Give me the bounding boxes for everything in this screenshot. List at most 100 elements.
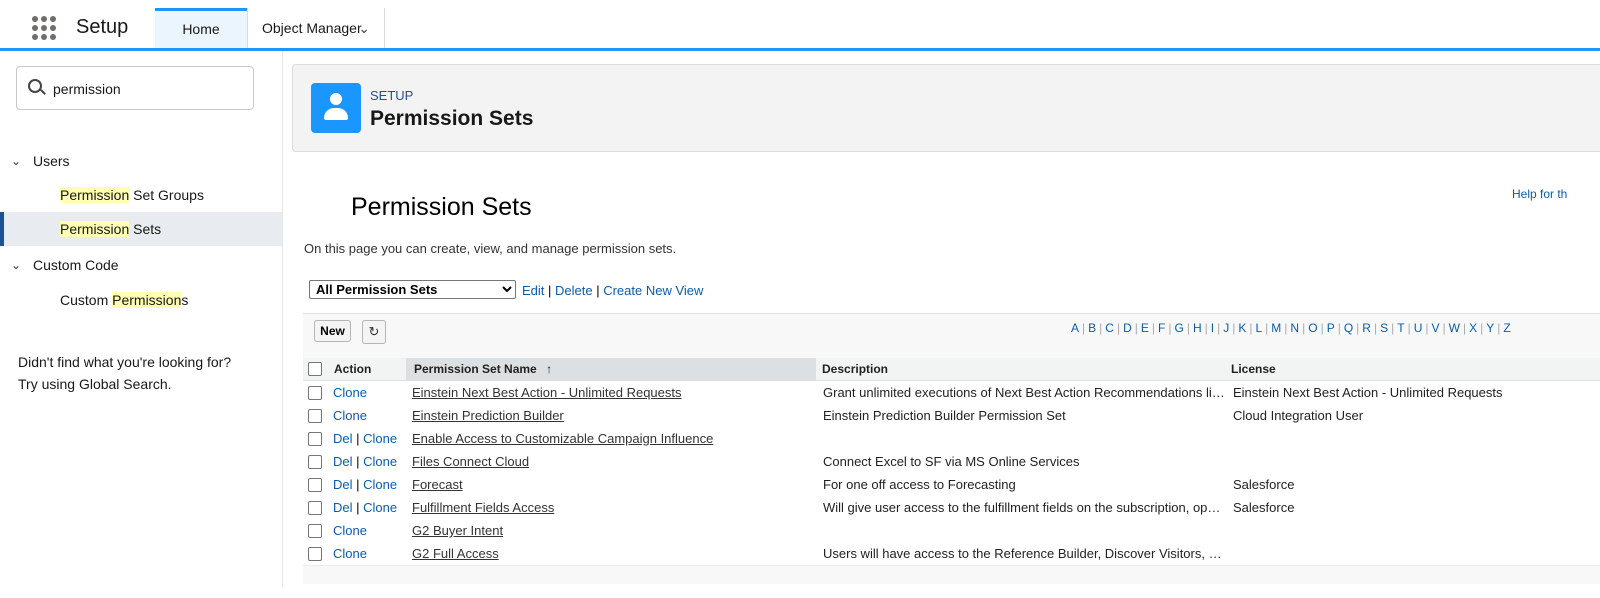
alphabet-link-u[interactable]: U — [1414, 321, 1423, 335]
sidebar-item-permission-sets[interactable]: Permission Sets — [0, 212, 282, 246]
refresh-icon[interactable]: ↻ — [362, 320, 386, 344]
alphabet-link-n[interactable]: N — [1290, 321, 1299, 335]
alphabet-separator: | — [1302, 321, 1306, 335]
alphabet-separator: | — [1497, 321, 1501, 335]
tree-category-users[interactable]: ⌄ Users — [0, 147, 282, 175]
tab-home[interactable]: Home — [155, 8, 247, 48]
alphabet-link-e[interactable]: E — [1141, 321, 1149, 335]
permission-set-license: Salesforce — [1233, 477, 1295, 492]
select-all-checkbox[interactable] — [308, 362, 322, 376]
search-highlight: Permission — [60, 221, 130, 237]
alphabet-link-z[interactable]: Z — [1503, 321, 1510, 335]
quick-find-search[interactable] — [16, 66, 255, 110]
delete-link[interactable]: Del — [333, 431, 353, 446]
column-header-license[interactable]: License — [1231, 358, 1276, 380]
alphabet-link-d[interactable]: D — [1123, 321, 1132, 335]
alphabet-link-o[interactable]: O — [1308, 321, 1317, 335]
permission-set-name-link[interactable]: Einstein Next Best Action - Unlimited Re… — [412, 385, 682, 400]
alphabet-link-q[interactable]: Q — [1344, 321, 1353, 335]
permission-set-name-link[interactable]: Fulfillment Fields Access — [412, 500, 554, 515]
not-found-line-1: Didn't find what you're looking for? — [18, 354, 232, 370]
chevron-down-icon[interactable]: ⌄ — [358, 8, 370, 48]
clone-link[interactable]: Clone — [333, 408, 367, 423]
alphabet-link-m[interactable]: M — [1271, 321, 1281, 335]
alphabet-link-f[interactable]: F — [1158, 321, 1165, 335]
alphabet-separator: | — [1168, 321, 1172, 335]
edit-view-link[interactable]: Edit — [522, 283, 544, 298]
delete-link[interactable]: Del — [333, 454, 353, 469]
sidebar-item-label: Permission Set Groups — [60, 178, 204, 212]
row-checkbox[interactable] — [308, 547, 322, 561]
clone-link[interactable]: Clone — [333, 546, 367, 561]
column-header-description[interactable]: Description — [822, 358, 888, 380]
alphabet-link-p[interactable]: P — [1327, 321, 1335, 335]
alphabet-link-r[interactable]: R — [1362, 321, 1371, 335]
permission-set-description: Grant unlimited executions of Next Best … — [823, 385, 1225, 400]
alphabet-link-k[interactable]: K — [1238, 321, 1246, 335]
clone-link[interactable]: Clone — [363, 477, 397, 492]
table-row: Del | Clone Fulfillment Fields Access Will… — [303, 496, 1600, 520]
alphabet-link-v[interactable]: V — [1432, 321, 1440, 335]
alphabet-link-s[interactable]: S — [1380, 321, 1388, 335]
clone-link[interactable]: Clone — [363, 454, 397, 469]
row-checkbox[interactable] — [308, 386, 322, 400]
delete-link[interactable]: Del — [333, 500, 353, 515]
tab-object-manager[interactable]: Object Manager ⌄ — [247, 8, 385, 48]
tree-category-label: Custom Code — [33, 257, 119, 273]
delete-view-link[interactable]: Delete — [555, 283, 593, 298]
clone-link[interactable]: Clone — [333, 523, 367, 538]
row-checkbox[interactable] — [308, 478, 322, 492]
permission-set-name-link[interactable]: Forecast — [412, 477, 463, 492]
alphabet-link-b[interactable]: B — [1088, 321, 1096, 335]
alphabet-link-t[interactable]: T — [1397, 321, 1404, 335]
chevron-down-icon[interactable]: ⌄ — [11, 147, 21, 175]
alphabet-link-y[interactable]: Y — [1486, 321, 1494, 335]
view-select[interactable]: All Permission Sets — [309, 280, 516, 299]
alphabet-link-i[interactable]: I — [1211, 321, 1214, 335]
clone-link[interactable]: Clone — [363, 500, 397, 515]
permission-set-name-link[interactable]: Files Connect Cloud — [412, 454, 529, 469]
chevron-down-icon[interactable]: ⌄ — [11, 251, 21, 279]
alphabet-link-w[interactable]: W — [1449, 321, 1460, 335]
row-checkbox[interactable] — [308, 501, 322, 515]
sidebar-item-label-prefix: Custom — [60, 292, 113, 308]
alphabet-link-c[interactable]: C — [1105, 321, 1114, 335]
row-checkbox[interactable] — [308, 432, 322, 446]
sidebar-item-label-rest: Sets — [129, 221, 162, 237]
delete-link[interactable]: Del — [333, 477, 353, 492]
sidebar-item-custom-permissions[interactable]: Custom Permissions — [0, 283, 282, 317]
app-name: Setup — [76, 16, 129, 38]
alphabet-separator: | — [1134, 321, 1138, 335]
permission-set-description: For one off access to Forecasting — [823, 477, 1016, 492]
clone-link[interactable]: Clone — [363, 431, 397, 446]
alphabet-link-a[interactable]: A — [1071, 321, 1079, 335]
row-checkbox[interactable] — [308, 455, 322, 469]
link-separator: | — [592, 283, 604, 298]
table-row: Clone Einstein Prediction Builder Einstein… — [303, 404, 1600, 428]
tree-category-custom-code[interactable]: ⌄ Custom Code — [0, 251, 282, 279]
new-button[interactable]: New — [314, 320, 351, 342]
permission-set-name-link[interactable]: Enable Access to Customizable Campaign I… — [412, 431, 713, 446]
column-header-action: Action — [334, 362, 372, 376]
alphabet-link-x[interactable]: X — [1469, 321, 1477, 335]
sidebar-item-permission-set-groups[interactable]: Permission Set Groups — [0, 178, 282, 212]
clone-link[interactable]: Clone — [333, 385, 367, 400]
table-row: Del | Clone Files Connect Cloud Connect Ex… — [303, 450, 1600, 474]
permission-set-name-link[interactable]: G2 Full Access — [412, 546, 499, 561]
alphabet-separator: | — [1407, 321, 1411, 335]
row-checkbox[interactable] — [308, 524, 322, 538]
alphabet-link-j[interactable]: J — [1223, 321, 1229, 335]
permission-set-name-link[interactable]: G2 Buyer Intent — [412, 523, 503, 538]
permission-set-name-link[interactable]: Einstein Prediction Builder — [412, 408, 564, 423]
help-link[interactable]: Help for th — [1512, 187, 1567, 201]
alphabet-link-h[interactable]: H — [1193, 321, 1202, 335]
app-launcher-icon[interactable] — [32, 16, 56, 40]
row-actions: Clone — [333, 408, 367, 423]
quick-find-input[interactable] — [51, 77, 255, 101]
create-new-view-link[interactable]: Create New View — [603, 283, 703, 298]
column-header-name[interactable]: Permission Set Name ↑ — [406, 358, 816, 380]
alphabet-separator: | — [1186, 321, 1190, 335]
alphabet-link-l[interactable]: L — [1255, 321, 1262, 335]
alphabet-link-g[interactable]: G — [1174, 321, 1183, 335]
row-checkbox[interactable] — [308, 409, 322, 423]
